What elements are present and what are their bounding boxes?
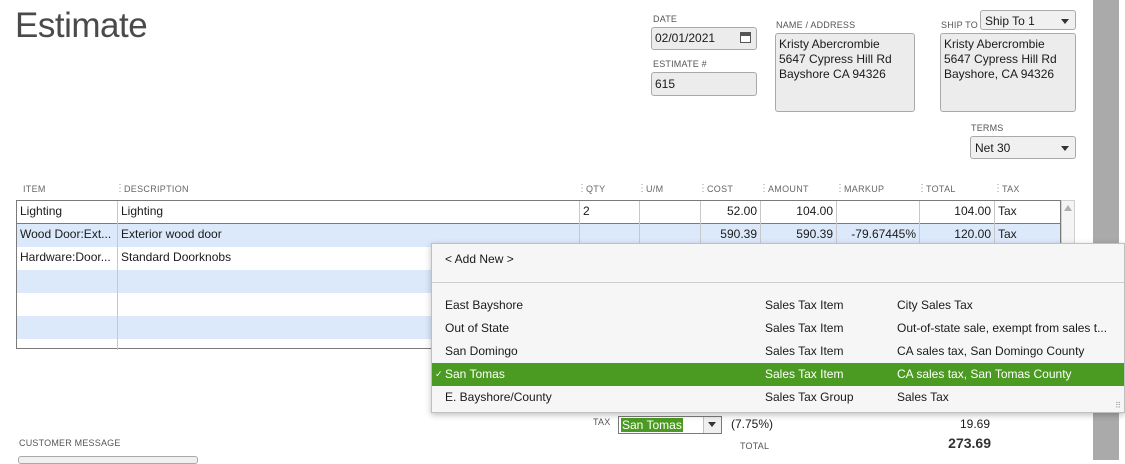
dropdown-add-new[interactable]: < Add New > (432, 248, 1124, 271)
col-header-description[interactable]: DESCRIPTION (124, 184, 189, 194)
item-description: CA sales tax, San Domingo County (897, 344, 1085, 358)
page-title: Estimate (15, 6, 148, 45)
ship-to-selected: Ship To 1 (985, 14, 1035, 28)
dropdown-item[interactable]: E. Bayshore/County Sales Tax Group Sales… (432, 386, 1124, 409)
col-header-item[interactable]: ITEM (23, 184, 46, 194)
col-header-markup[interactable]: MARKUP (844, 184, 884, 194)
tax-combo[interactable]: San Tomas (618, 416, 722, 434)
item-name: San Tomas (445, 367, 505, 381)
date-label: DATE (653, 14, 678, 24)
terms-label: TERMS (971, 123, 1004, 133)
calendar-icon[interactable] (740, 32, 751, 43)
item-type: Sales Tax Group (765, 390, 854, 404)
tax-amount: 19.69 (959, 417, 990, 431)
item-type: Sales Tax Item (765, 321, 844, 335)
estimate-number-field[interactable]: 615 (651, 72, 757, 96)
chevron-down-icon (1061, 146, 1069, 151)
item-type: Sales Tax Item (765, 367, 844, 381)
total-label: TOTAL (740, 441, 770, 451)
check-icon: ✓ (435, 369, 443, 379)
col-header-tax[interactable]: TAX (1002, 184, 1020, 194)
chevron-down-icon (1061, 19, 1069, 24)
dropdown-item[interactable]: Out of State Sales Tax Item Out-of-state… (432, 317, 1124, 340)
resize-grip-icon[interactable]: ⠿ (1115, 401, 1121, 410)
tax-item-dropdown: < Add New > East Bayshore Sales Tax Item… (431, 243, 1125, 413)
cell-markup[interactable] (837, 201, 919, 224)
col-header-total[interactable]: TOTAL (926, 184, 956, 194)
customer-message-label: CUSTOMER MESSAGE (19, 438, 121, 448)
estimate-number-value: 615 (655, 77, 676, 91)
col-header-um[interactable]: U/M (646, 184, 663, 194)
cell-total[interactable]: 104.00 (920, 201, 994, 224)
item-name: E. Bayshore/County (445, 390, 552, 404)
terms-select[interactable]: Net 30 (970, 136, 1076, 159)
cell-tax[interactable]: Tax (995, 201, 1059, 224)
name-address-field[interactable]: Kristy Abercrombie 5647 Cypress Hill Rd … (775, 33, 915, 112)
estimate-number-label: ESTIMATE # (653, 59, 707, 69)
cell-item[interactable]: Lighting (17, 201, 117, 224)
item-name: Out of State (445, 321, 510, 335)
dropdown-item[interactable]: San Domingo Sales Tax Item CA sales tax,… (432, 340, 1124, 363)
ship-to-select[interactable]: Ship To 1 (980, 10, 1076, 30)
cell-qty[interactable]: 2 (580, 201, 639, 224)
dropdown-item-selected[interactable]: ✓ San Tomas Sales Tax Item CA sales tax,… (432, 363, 1124, 386)
name-address-label: NAME / ADDRESS (776, 20, 856, 30)
customer-message-select[interactable] (18, 456, 198, 464)
item-name: East Bayshore (445, 298, 524, 312)
col-header-qty[interactable]: QTY (586, 184, 605, 194)
cell-description[interactable]: Lighting (118, 201, 578, 224)
chevron-down-icon (708, 422, 716, 427)
item-type: Sales Tax Item (765, 344, 844, 358)
item-description: CA sales tax, San Tomas County (897, 367, 1072, 381)
cell-description[interactable]: Standard Doorknobs (118, 247, 428, 270)
tax-label: TAX (593, 417, 611, 427)
item-type: Sales Tax Item (765, 298, 844, 312)
cell-item[interactable]: Wood Door:Ext... (17, 224, 117, 247)
dropdown-divider (432, 282, 1124, 283)
item-description: Out-of-state sale, exempt from sales t..… (897, 321, 1108, 335)
terms-selected: Net 30 (975, 141, 1011, 155)
cell-um[interactable] (640, 201, 700, 224)
date-field[interactable]: 02/01/2021 (651, 27, 757, 50)
item-description: Sales Tax (897, 390, 949, 404)
cell-amount[interactable]: 104.00 (761, 201, 836, 224)
col-header-cost[interactable]: COST (707, 184, 733, 194)
ship-to-address-field[interactable]: Kristy Abercrombie 5647 Cypress Hill Rd … (940, 33, 1076, 112)
col-header-amount[interactable]: AMOUNT (768, 184, 809, 194)
tax-dropdown-button[interactable] (703, 417, 721, 433)
item-description: City Sales Tax (897, 298, 973, 312)
total-amount: 273.69 (948, 435, 991, 451)
date-value: 02/01/2021 (655, 31, 716, 45)
tax-rate: (7.75%) (731, 417, 774, 431)
dropdown-item[interactable]: East Bayshore Sales Tax Item City Sales … (432, 294, 1124, 317)
cell-item[interactable]: Hardware:Door... (17, 247, 117, 270)
tax-combo-value[interactable]: San Tomas (621, 418, 683, 432)
item-name: San Domingo (445, 344, 518, 358)
add-new-label: < Add New > (445, 252, 514, 266)
ship-to-label: SHIP TO (941, 20, 978, 30)
scroll-up-icon[interactable] (1064, 205, 1072, 211)
cell-cost[interactable]: 52.00 (701, 201, 760, 224)
